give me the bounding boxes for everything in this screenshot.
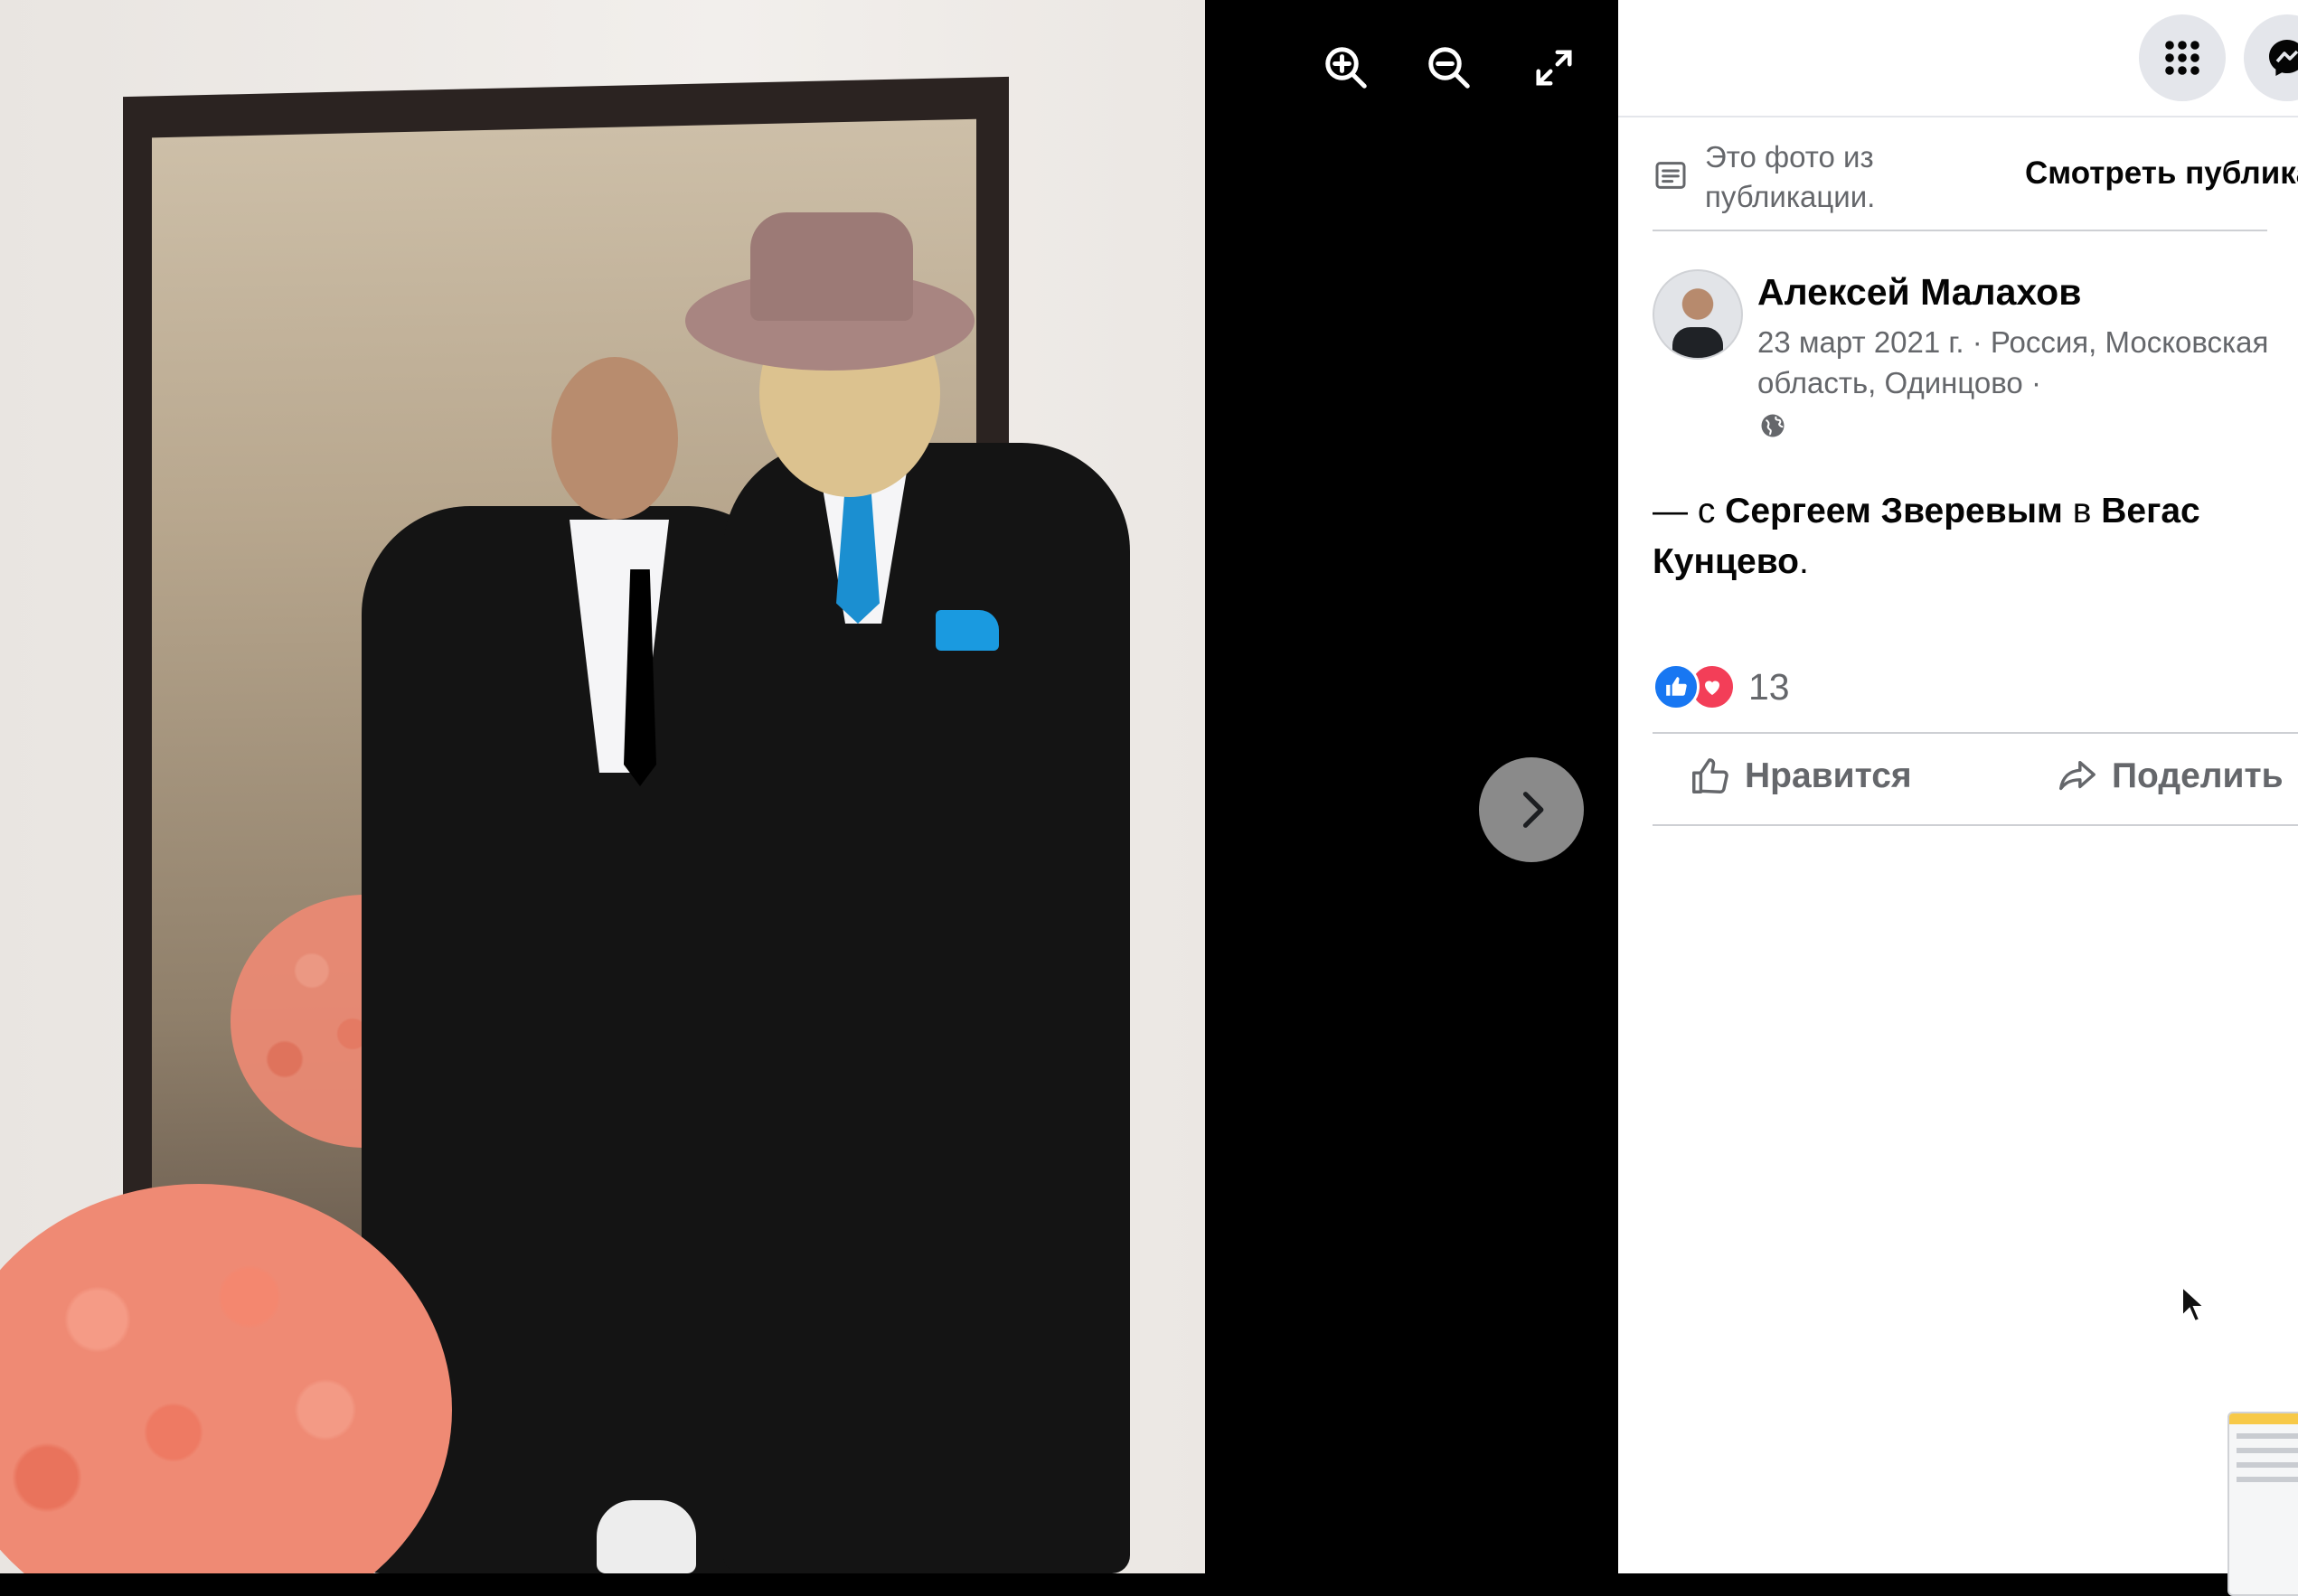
grid-menu-icon <box>2165 41 2199 75</box>
notice-text: Это фото из публикации. <box>1705 140 1876 213</box>
globe-icon[interactable] <box>1759 412 1786 439</box>
meta-separator: · <box>2022 366 2041 399</box>
thumbnail-line <box>2237 1448 2298 1453</box>
meta-separator: · <box>1964 325 1991 359</box>
thumbnail-line <box>2237 1462 2298 1468</box>
screenshot-thumbnail[interactable] <box>2227 1412 2298 1596</box>
share-button[interactable]: Поделить <box>2056 756 2284 797</box>
document-icon <box>1655 162 1686 189</box>
menu-button[interactable] <box>2139 14 2226 101</box>
like-reaction-icon <box>1653 663 1700 710</box>
view-post-link[interactable]: Смотреть публика <box>2025 155 2298 192</box>
next-photo-button[interactable] <box>1479 757 1584 862</box>
expand-arrows-icon <box>1536 50 1572 86</box>
hat-crown <box>750 212 913 321</box>
caption-suffix: . <box>1799 542 1809 581</box>
post-caption: — с Сергеем Зверевым в Вегас Кунцево. <box>1653 486 2267 587</box>
magnifier-plus-icon <box>1325 47 1367 89</box>
like-label: Нравится <box>1745 756 1912 795</box>
reaction-count: 13 <box>1748 665 1790 708</box>
photo-from-post-notice: Это фото из публикации. Смотреть публика <box>1653 136 2298 231</box>
like-button[interactable]: Нравится <box>1689 756 1912 797</box>
pocket-square <box>936 610 999 651</box>
post-meta: 23 март 2021 г. · Россия, Московская обл… <box>1757 322 2298 403</box>
post-date[interactable]: 23 март 2021 г. <box>1757 325 1964 359</box>
top-bar <box>1618 0 2298 117</box>
share-arrow-icon <box>2059 760 2096 791</box>
caption-middle: в <box>2062 492 2102 530</box>
post-actions: Нравится Поделить <box>1653 732 2298 826</box>
person-left-head <box>551 357 678 520</box>
tagged-person-link[interactable]: Сергеем Зверевым <box>1725 492 2063 530</box>
post-author[interactable]: Алексей Малахов <box>1757 271 2081 314</box>
thumbnail-bar <box>2229 1413 2298 1424</box>
reactions-summary[interactable]: 13 <box>1653 663 1790 710</box>
mouse-cursor-icon <box>2181 1285 2206 1323</box>
share-label: Поделить <box>2112 756 2284 795</box>
thumbnail-line <box>2237 1433 2298 1439</box>
post-photo[interactable] <box>0 0 1205 1573</box>
caption-prefix: — с <box>1653 492 1726 530</box>
avatar[interactable] <box>1653 269 1743 360</box>
chevron-right-icon <box>1522 792 1544 828</box>
zoom-out-button[interactable] <box>1419 38 1479 98</box>
post-details-panel: Это фото из публикации. Смотреть публика… <box>1618 0 2298 1573</box>
magnifier-minus-icon <box>1428 47 1470 89</box>
fullscreen-button[interactable] <box>1524 38 1584 98</box>
messenger-button[interactable] <box>2244 14 2298 101</box>
thumbnail-line <box>2237 1477 2298 1482</box>
thumbs-up-icon <box>1692 758 1728 793</box>
zoom-in-button[interactable] <box>1316 38 1376 98</box>
messenger-icon <box>2269 40 2298 76</box>
white-sneaker <box>597 1500 696 1573</box>
person-right-suit <box>723 443 1130 1573</box>
